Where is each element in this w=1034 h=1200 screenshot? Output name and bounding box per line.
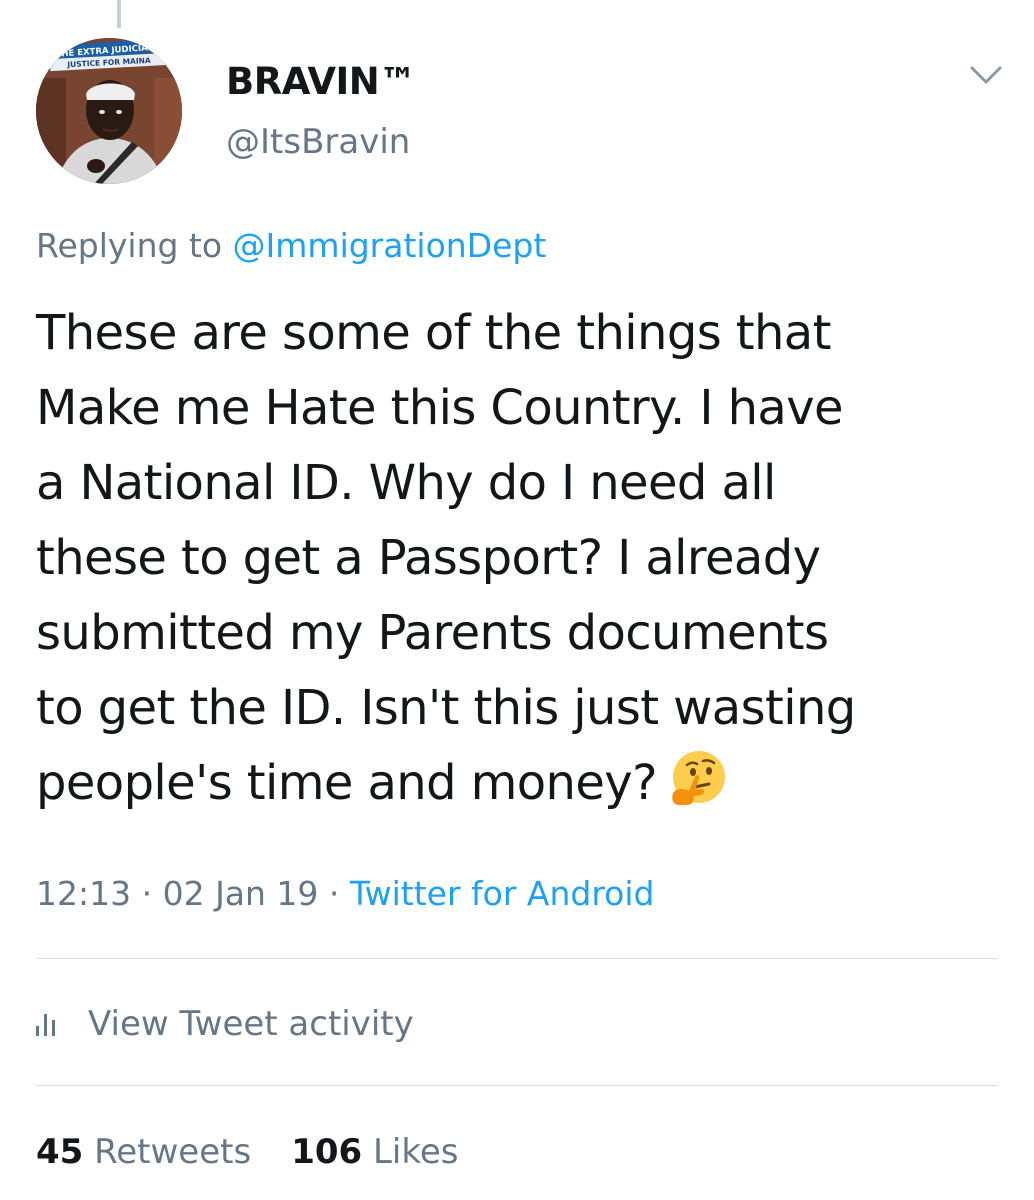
view-tweet-activity-label: View Tweet activity xyxy=(88,1004,414,1044)
likes-count-link[interactable]: 106 Likes xyxy=(291,1132,458,1172)
tweet-source-link[interactable]: Twitter for Android xyxy=(350,874,655,913)
tweet-line: people's time and money? xyxy=(36,755,658,811)
avatar[interactable]: THE EXTRA JUDICIAL K JUSTICE FOR MAINA xyxy=(36,38,182,184)
avatar-photo: THE EXTRA JUDICIAL K JUSTICE FOR MAINA xyxy=(36,38,182,184)
tweet-line: these to get a Passport? I already xyxy=(36,530,821,586)
tweet-time[interactable]: 12:13 xyxy=(36,874,131,913)
divider xyxy=(36,1085,998,1086)
engagement-stats: 45 Retweets 106 Likes xyxy=(36,1128,498,1176)
tweet-date[interactable]: 02 Jan 19 xyxy=(163,874,319,913)
replying-to-label: Replying to xyxy=(36,226,223,265)
retweets-label: Retweets xyxy=(94,1132,252,1172)
tweet-line-last: people's time and money? xyxy=(36,746,996,821)
retweets-count: 45 xyxy=(36,1132,84,1172)
divider xyxy=(36,958,998,959)
likes-label: Likes xyxy=(372,1132,459,1172)
view-tweet-activity-button[interactable]: View Tweet activity xyxy=(36,1000,414,1048)
chevron-down-icon[interactable] xyxy=(968,60,1004,90)
tweet-line: a National ID. Why do I need all xyxy=(36,455,776,511)
thread-connector-line xyxy=(117,0,121,28)
meta-separator: · xyxy=(131,874,163,913)
tweet-line: These are some of the things that xyxy=(36,305,831,361)
replying-to-line: Replying to @ImmigrationDept xyxy=(36,224,546,268)
retweets-count-link[interactable]: 45 Retweets xyxy=(36,1132,251,1172)
author-display-name[interactable]: BRAVIN™ xyxy=(226,60,416,104)
bar-chart-icon xyxy=(36,1012,64,1036)
meta-separator: · xyxy=(318,874,350,913)
tweet-line: Make me Hate this Country. I have xyxy=(36,380,844,436)
tweet-line: to get the ID. Isn't this just wasting xyxy=(36,680,856,736)
likes-count: 106 xyxy=(291,1132,363,1172)
tweet-meta: 12:13 · 02 Jan 19 · Twitter for Android xyxy=(36,872,654,916)
tweet-line: submitted my Parents documents xyxy=(36,605,829,661)
author-handle[interactable]: @ItsBravin xyxy=(226,120,410,164)
reply-mention-link[interactable]: @ImmigrationDept xyxy=(233,226,547,265)
tweet-text: These are some of the things that Make m… xyxy=(36,296,996,821)
thinking-face-icon xyxy=(665,747,729,811)
